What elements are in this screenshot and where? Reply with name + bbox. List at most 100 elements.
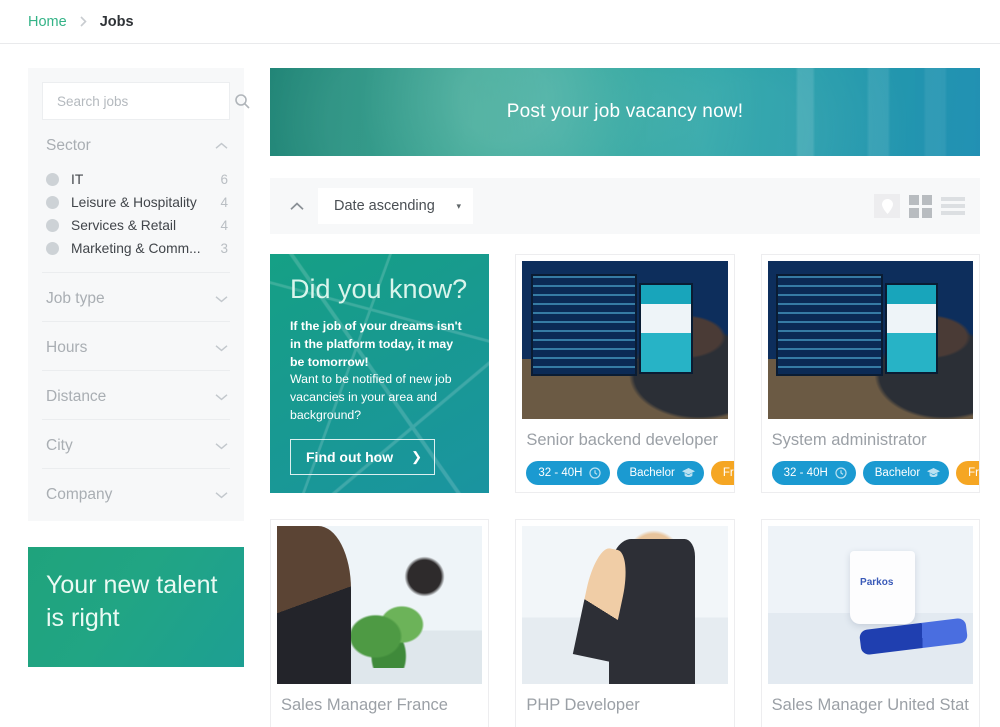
job-card[interactable]: Parkos Sales Manager United States (760, 519, 980, 727)
filter-header-city[interactable]: City (42, 420, 230, 468)
filter-title: Sector (46, 137, 91, 154)
tag-country: France (710, 461, 734, 485)
radio-icon[interactable] (46, 196, 59, 209)
job-tags: 32 - 40H Bachelor France (526, 461, 734, 485)
option-label: Marketing & Comm... (71, 241, 201, 256)
job-title: Senior backend developer (526, 431, 719, 449)
job-card[interactable]: Senior backend developer 32 - 40H Bachel… (515, 254, 735, 493)
chevron-down-icon[interactable] (215, 491, 228, 499)
chevron-right-icon: ❯ (411, 448, 422, 464)
filter-panel: Sector IT 6 Leisure & Hospitality 4 (28, 68, 250, 521)
job-photo (767, 261, 973, 419)
clock-icon (835, 467, 847, 479)
chevron-up-icon[interactable] (215, 142, 228, 150)
sector-option-2[interactable]: Services & Retail 4 (42, 214, 230, 237)
breadcrumb: Home Jobs (0, 0, 1000, 44)
view-mode-toggles (874, 194, 966, 218)
promo-heading: Did you know? (290, 274, 468, 304)
sector-option-3[interactable]: Marketing & Comm... 3 (42, 237, 230, 260)
job-card[interactable]: PHP Developer (515, 519, 735, 727)
filter-group-job-type: Job type (42, 273, 230, 322)
job-card[interactable]: System administrator 32 - 40H Bachelor F… (760, 254, 980, 493)
job-title: PHP Developer (526, 696, 640, 714)
find-out-how-label: Find out how (306, 448, 394, 465)
option-count: 4 (220, 218, 228, 233)
promo-bold-text: If the job of your dreams isn't in the p… (290, 318, 462, 369)
sort-value: Date ascending (334, 198, 435, 214)
tag-hours: 32 - 40H (771, 461, 856, 485)
sector-options: IT 6 Leisure & Hospitality 4 Services & … (42, 168, 230, 272)
chevron-down-icon[interactable] (215, 442, 228, 450)
tag-label: France (968, 467, 980, 479)
filter-group-city: City (42, 420, 230, 469)
chevron-down-icon[interactable]: ▾ (456, 201, 461, 212)
tag-hours: 32 - 40H (526, 461, 611, 485)
filter-title: Distance (46, 388, 107, 405)
filter-sidebar: Sector IT 6 Leisure & Hospitality 4 (28, 68, 250, 667)
radio-icon[interactable] (46, 242, 59, 255)
tag-label: France (722, 467, 734, 479)
talent-promo-text: Your new talent is right (46, 571, 218, 632)
option-count: 4 (220, 195, 228, 210)
graduation-cap-icon (681, 468, 695, 478)
filter-group-sector: Sector IT 6 Leisure & Hospitality 4 Serv… (42, 120, 230, 273)
mug-brand-label: Parkos (860, 576, 894, 588)
search-jobs-field[interactable] (42, 82, 250, 120)
job-card-grid: Did you know? If the job of your dreams … (270, 254, 980, 727)
clock-icon (589, 467, 602, 479)
sector-option-0[interactable]: IT 6 (42, 168, 230, 191)
search-icon[interactable] (234, 93, 250, 109)
results-toolbar: Date ascending ▾ (270, 178, 980, 234)
filter-title: Job type (46, 290, 105, 307)
filter-title: City (46, 437, 73, 454)
grid-icon (908, 194, 932, 218)
talent-promo-banner[interactable]: Your new talent is right (28, 547, 244, 667)
filter-title: Hours (46, 339, 88, 356)
promo-body-text: Want to be notified of new job vacancies… (290, 372, 452, 422)
job-photo (522, 526, 728, 684)
grid-view-button[interactable] (907, 194, 933, 218)
sort-dropdown[interactable]: Date ascending ▾ (318, 188, 473, 224)
collapse-filters-button[interactable] (282, 190, 312, 222)
tag-country: France (956, 461, 980, 485)
filter-group-distance: Distance (42, 371, 230, 420)
tag-label: 32 - 40H (538, 467, 583, 479)
did-you-know-card[interactable]: Did you know? If the job of your dreams … (270, 254, 490, 493)
sector-option-1[interactable]: Leisure & Hospitality 4 (42, 191, 230, 214)
option-label: Services & Retail (71, 218, 177, 233)
filter-header-hours[interactable]: Hours (42, 322, 230, 370)
job-title: Sales Manager France (281, 696, 448, 714)
tag-label: 32 - 40H (783, 467, 828, 479)
graduation-cap-icon (927, 468, 941, 478)
filter-group-hours: Hours (42, 322, 230, 371)
option-label: Leisure & Hospitality (71, 195, 197, 210)
filter-header-sector[interactable]: Sector (42, 120, 230, 168)
job-card[interactable]: Sales Manager France (270, 519, 490, 727)
page-body: Sector IT 6 Leisure & Hospitality 4 (0, 44, 1000, 727)
filter-header-distance[interactable]: Distance (42, 371, 230, 419)
find-out-how-button[interactable]: Find out how ❯ (290, 438, 435, 475)
filter-header-company[interactable]: Company (42, 469, 230, 517)
job-photo: Parkos (767, 526, 973, 684)
job-tags: 32 - 40H Bachelor France (771, 461, 980, 485)
list-icon (941, 197, 965, 215)
map-view-button[interactable] (874, 194, 900, 218)
list-view-button[interactable] (940, 194, 966, 218)
chevron-down-icon[interactable] (215, 295, 228, 303)
filter-header-job-type[interactable]: Job type (42, 273, 230, 321)
job-photo (277, 526, 483, 684)
chevron-down-icon[interactable] (215, 393, 228, 401)
job-title: Sales Manager United States (771, 696, 969, 714)
search-input[interactable] (57, 93, 234, 109)
radio-icon[interactable] (46, 219, 59, 232)
radio-icon[interactable] (46, 173, 59, 186)
job-photo (522, 261, 728, 419)
tag-label: Bachelor (874, 467, 921, 479)
post-vacancy-banner[interactable]: Post your job vacancy now! (270, 68, 980, 156)
breadcrumb-current: Jobs (99, 13, 134, 30)
tag-label: Bachelor (629, 467, 675, 479)
breadcrumb-link-home[interactable]: Home (28, 14, 67, 30)
filter-group-company: Company (42, 469, 230, 517)
chevron-down-icon[interactable] (215, 344, 228, 352)
main-content: Post your job vacancy now! Date ascendin… (270, 68, 980, 727)
